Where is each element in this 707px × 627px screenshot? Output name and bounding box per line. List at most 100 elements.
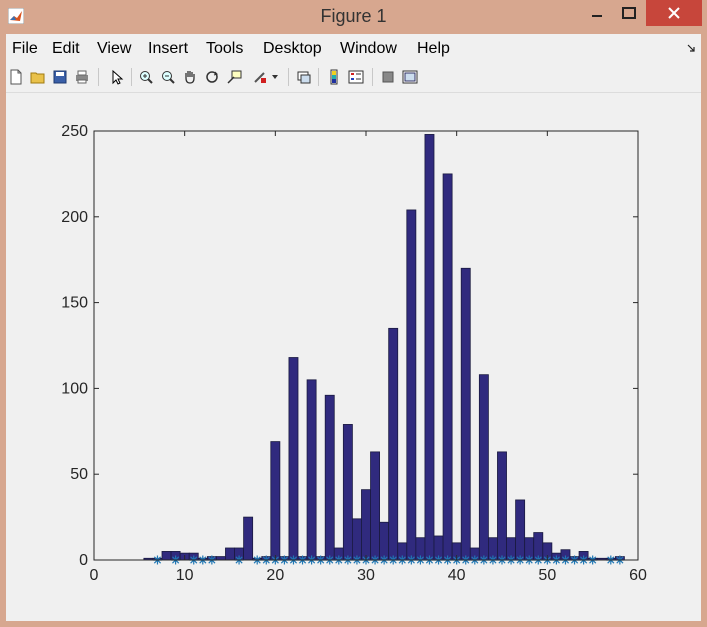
histogram-bar: [225, 547, 235, 561]
close-icon: [668, 7, 680, 19]
histogram-bar: [351, 518, 362, 561]
print-icon: [76, 70, 88, 84]
brush-dropdown-icon: [272, 75, 278, 79]
menu-file-label: File: [12, 40, 38, 57]
histogram-bar: [379, 521, 390, 561]
data-cursor-button[interactable]: [224, 67, 244, 87]
x-tick-label: 10: [176, 567, 194, 584]
menu-help-label: Help: [417, 40, 450, 57]
maximize-button[interactable]: [614, 0, 644, 26]
open-file-icon: [30, 72, 45, 84]
pan-icon: [185, 71, 195, 84]
histogram-bar: [342, 424, 353, 561]
bars-layer: [143, 134, 625, 561]
y-tick-label: 100: [61, 380, 88, 397]
hide-plot-tools-icon: [382, 71, 394, 83]
menu-edit[interactable]: Edit: [52, 40, 80, 58]
x-tick-label: 60: [629, 567, 647, 584]
maximize-icon: [622, 7, 636, 19]
histogram-bar: [370, 451, 380, 561]
toolbar-separator: [318, 68, 319, 86]
edit-plot-button[interactable]: [106, 67, 126, 87]
histogram-bar: [515, 499, 526, 561]
colorbar-button[interactable]: [324, 67, 344, 87]
menu-tools-label: Tools: [206, 40, 244, 57]
x-tick-label: 30: [357, 567, 375, 584]
histogram-bar: [478, 374, 489, 561]
histogram-bar: [361, 489, 371, 561]
histogram-bar: [388, 327, 399, 561]
title-bar: Figure 1: [0, 0, 707, 32]
show-plot-tools-button[interactable]: [400, 67, 420, 87]
edit-plot-icon: [112, 69, 124, 85]
histogram-bar: [288, 357, 299, 561]
menu-window-label: Window: [340, 40, 397, 57]
legend-icon: [348, 70, 364, 84]
toolbar-separator: [372, 68, 373, 86]
menu-tools[interactable]: Tools: [206, 40, 243, 58]
legend-button[interactable]: [346, 67, 366, 87]
figure-window: Figure 1 File Edit View Insert Tools Des…: [0, 0, 707, 627]
x-tick-label: 0: [90, 567, 99, 584]
print-button[interactable]: [72, 67, 92, 87]
hide-plot-tools-button[interactable]: [378, 67, 398, 87]
menu-help[interactable]: Help: [417, 40, 450, 58]
brush-button[interactable]: [250, 67, 270, 87]
histogram-bar: [497, 451, 507, 561]
menu-view[interactable]: View: [97, 40, 131, 58]
minimize-icon: [592, 15, 602, 17]
new-figure-button[interactable]: [6, 67, 26, 87]
colorbar-icon: [330, 69, 338, 85]
save-icon: [53, 70, 67, 84]
zoom-in-button[interactable]: [136, 67, 156, 87]
link-plot-icon: [297, 71, 311, 84]
toolbar-separator: [131, 68, 132, 86]
menu-file[interactable]: File: [12, 40, 38, 58]
minimize-button[interactable]: [582, 0, 612, 26]
y-tick-label: 0: [79, 552, 88, 569]
y-tick-label: 200: [61, 209, 88, 226]
histogram-bar: [215, 556, 226, 561]
ticks-layer: 0 10 20 30 40 50 60 0 50 100 150 200 250: [61, 123, 647, 584]
dock-arrow-icon[interactable]: [687, 44, 695, 52]
figure-canvas: 0 10 20 30 40 50 60 0 50 100 150 200 250: [6, 93, 701, 621]
open-file-button[interactable]: [28, 67, 48, 87]
rotate-3d-button[interactable]: [202, 67, 222, 87]
menu-window[interactable]: Window: [340, 40, 397, 58]
zoom-in-icon: [140, 71, 153, 84]
menu-insert[interactable]: Insert: [148, 40, 188, 58]
histogram-bar: [460, 267, 471, 561]
brush-icon: [254, 72, 266, 83]
menu-insert-label: Insert: [148, 40, 189, 57]
histogram-bar: [243, 516, 254, 561]
x-tick-label: 50: [538, 567, 556, 584]
histogram-bar: [270, 441, 281, 561]
y-tick-label: 150: [61, 295, 88, 312]
close-button[interactable]: [646, 0, 702, 26]
histogram-bar: [324, 394, 335, 561]
data-cursor-icon: [227, 70, 242, 84]
figure-toolbar: [6, 62, 701, 93]
menu-desktop-label: Desktop: [263, 40, 322, 57]
x-tick-label: 40: [448, 567, 466, 584]
menu-bar: File Edit View Insert Tools Desktop Wind…: [6, 34, 701, 62]
brush-dropdown-button[interactable]: [270, 67, 280, 87]
new-figure-icon: [10, 69, 22, 85]
toolbar-separator: [288, 68, 289, 86]
histogram-bar: [442, 173, 453, 561]
rotate-3d-icon: [206, 71, 218, 83]
zoom-out-button[interactable]: [158, 67, 178, 87]
pan-button[interactable]: [180, 67, 200, 87]
histogram-bar: [161, 551, 172, 561]
x-tick-label: 20: [266, 567, 284, 584]
show-plot-tools-icon: [402, 70, 418, 84]
save-button[interactable]: [50, 67, 70, 87]
histogram-bar: [406, 209, 417, 561]
menu-desktop[interactable]: Desktop: [263, 40, 322, 58]
menu-edit-label: Edit: [52, 40, 80, 57]
toolbar-separator: [98, 68, 99, 86]
menu-view-label: View: [97, 40, 132, 57]
histogram-chart: 0 10 20 30 40 50 60 0 50 100 150 200 250: [61, 123, 647, 584]
histogram-bar: [306, 379, 317, 561]
link-plot-button[interactable]: [294, 67, 314, 87]
